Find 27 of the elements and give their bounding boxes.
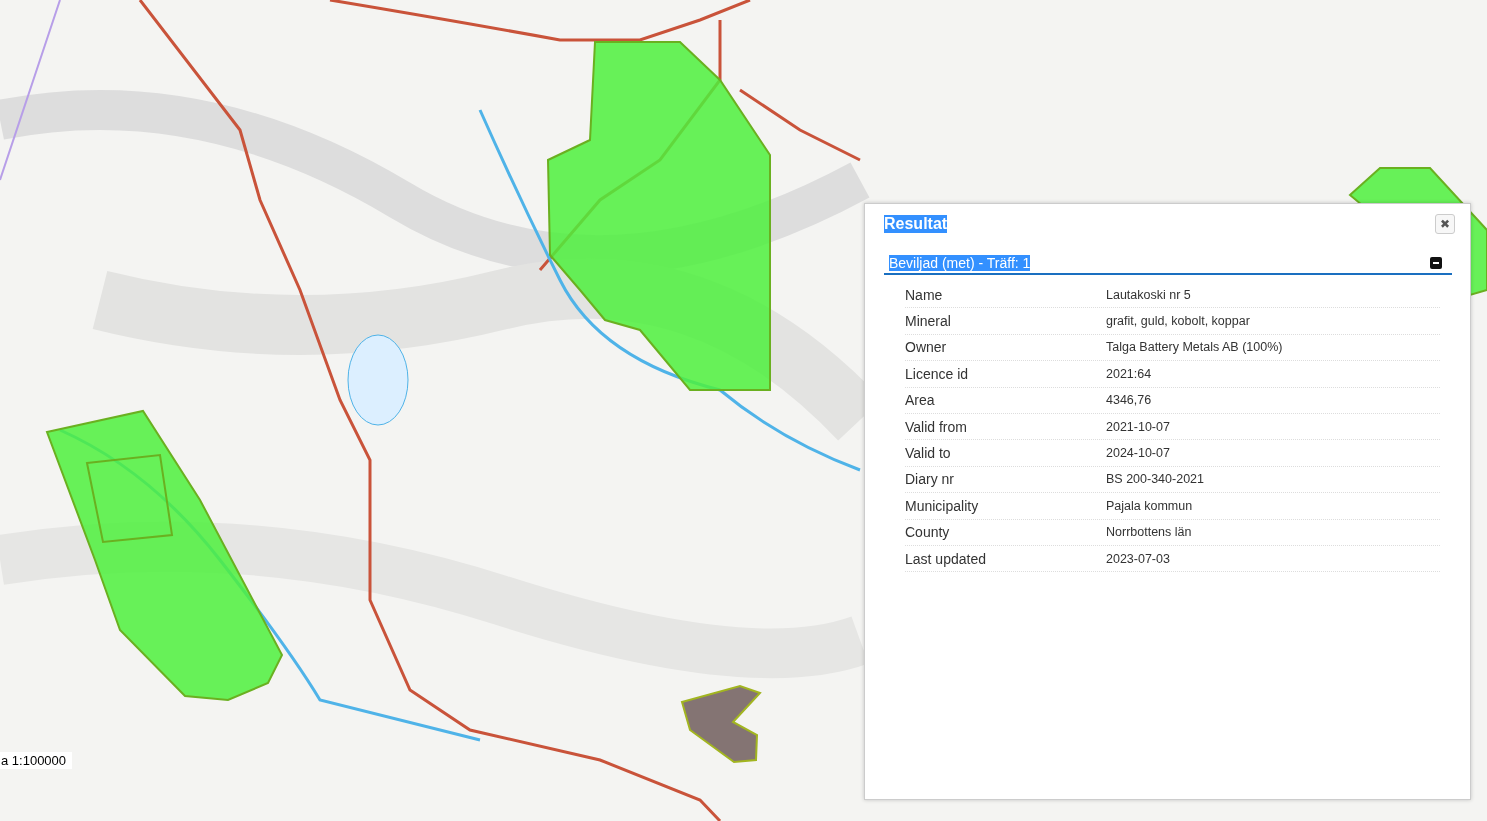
- close-button[interactable]: ✖: [1435, 214, 1455, 234]
- attribute-value: Norrbottens län: [1106, 525, 1193, 540]
- section-title: Beviljad (met) - Träff: 1: [889, 255, 1031, 271]
- attribute-value: 2021-10-07: [1106, 419, 1171, 434]
- attribute-label: Last updated: [905, 550, 987, 567]
- attribute-label: Owner: [905, 339, 948, 356]
- attribute-value: 2024-10-07: [1106, 446, 1171, 461]
- attribute-label: Diary nr: [905, 471, 955, 488]
- attribute-label: Name: [905, 286, 944, 303]
- attribute-value: 4346,76: [1106, 393, 1153, 408]
- attribute-value: BS 200-340-2021: [1106, 472, 1205, 487]
- attribute-value: 2023-07-03: [1106, 551, 1171, 566]
- attribute-label: Area: [905, 392, 936, 409]
- attribute-label: Mineral: [905, 313, 952, 330]
- attribute-label: Valid from: [905, 418, 968, 435]
- panel-title: Resultat: [884, 215, 948, 233]
- attribute-label: Valid to: [905, 445, 952, 462]
- attribute-value: Lautakoski nr 5: [1106, 287, 1192, 302]
- attribute-value: Talga Battery Metals AB (100%): [1106, 340, 1284, 355]
- attribute-value: 2021:64: [1106, 366, 1153, 381]
- attribute-value: grafit, guld, kobolt, koppar: [1106, 314, 1251, 329]
- attribute-value: Pajala kommun: [1106, 498, 1194, 513]
- map-scale-label: a 1:100000: [0, 752, 73, 769]
- attribute-label: Municipality: [905, 497, 980, 514]
- attribute-label: County: [905, 524, 951, 541]
- collapse-icon[interactable]: [1430, 257, 1442, 269]
- attribute-label: Licence id: [905, 365, 970, 382]
